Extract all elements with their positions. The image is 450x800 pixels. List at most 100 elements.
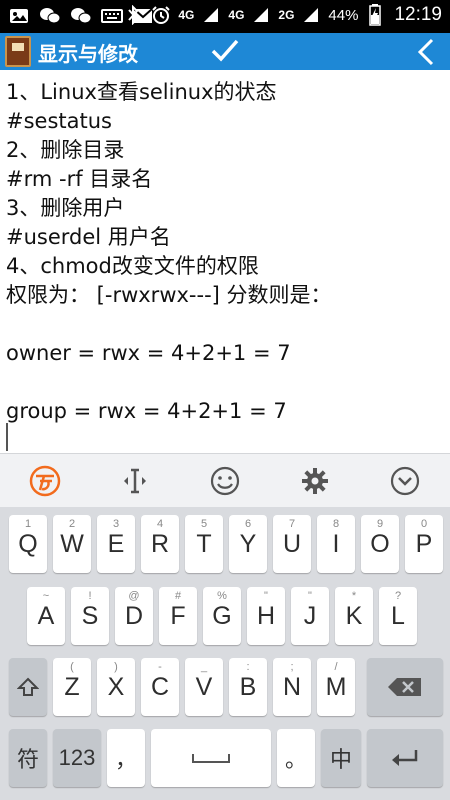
key-z[interactable]: (Z [53, 658, 91, 716]
key-label: S [81, 601, 99, 630]
network-type-label: 2G [278, 8, 295, 22]
key-label: 中 [329, 748, 352, 773]
key-label: ， [114, 748, 137, 773]
editor-line: 权限为： [-rwxrwx---] 分数则是： [6, 283, 332, 307]
key-hint: - [158, 661, 162, 673]
keyboard: 1Q 2W 3E 4R 5T 6Y 7U 8I 9O 0P ~ A ! S @ D #… [0, 507, 450, 800]
key-hint: 4 [156, 518, 164, 530]
key-l[interactable]: ? L [379, 587, 417, 645]
ime-logo-button[interactable] [23, 459, 67, 503]
key-label: E [107, 529, 125, 558]
key-label: C [150, 672, 170, 701]
key-n[interactable]: ; N [273, 658, 311, 716]
numbers-key[interactable]: 123 [53, 729, 101, 787]
key-r[interactable]: 4R [141, 515, 179, 573]
key-p[interactable]: 0P [405, 515, 443, 573]
checkmark-icon [211, 39, 239, 62]
comma-key[interactable]: ， [107, 729, 145, 787]
key-label: Z [64, 672, 80, 701]
key-g[interactable]: % G [203, 587, 241, 645]
key-o[interactable]: 9O [361, 515, 399, 573]
key-hint: ( [70, 661, 74, 673]
ime-logo-icon [29, 465, 61, 496]
editor-line: 3、删除用户 [6, 196, 125, 220]
key-e[interactable]: 3E [97, 515, 135, 573]
battery-percent: 44% [328, 6, 359, 24]
key-d[interactable]: @ D [115, 587, 153, 645]
note-editor[interactable]: 1、Linux查看selinux的状态 #sestatus 2、删除目录 #rm… [0, 70, 450, 453]
back-button[interactable] [414, 37, 438, 67]
key-hint: : [246, 661, 250, 673]
key-j[interactable]: " J [291, 587, 329, 645]
key-y[interactable]: 6Y [229, 515, 267, 573]
confirm-button[interactable] [208, 35, 242, 67]
key-hint: 7 [288, 518, 296, 530]
space-key[interactable] [151, 729, 271, 787]
photo-icon [8, 6, 30, 26]
key-c[interactable]: -C [141, 658, 179, 716]
period-key[interactable]: 。 [277, 729, 315, 787]
shift-key[interactable] [9, 658, 47, 716]
key-x[interactable]: ) X [97, 658, 135, 716]
app-logo-icon [5, 36, 31, 67]
key-hint: " [264, 590, 268, 602]
enter-key[interactable] [367, 729, 443, 787]
key-hint: ) [114, 661, 118, 673]
status-bar: 4G 4G 2G 44% 12:19 [0, 0, 450, 33]
key-label: 123 [58, 745, 96, 770]
key-hint: % [217, 590, 227, 602]
key-s[interactable]: ! S [71, 587, 109, 645]
key-label: O [370, 529, 390, 558]
key-a[interactable]: ~ A [27, 587, 65, 645]
key-hint: 3 [112, 518, 120, 530]
key-v[interactable]: _ V [185, 658, 223, 716]
key-w[interactable]: 2W [53, 515, 91, 573]
key-label: Y [239, 529, 257, 558]
bluetooth-icon [122, 5, 144, 25]
key-hint: 6 [244, 518, 252, 530]
symbol-key[interactable]: 符 [9, 729, 47, 787]
editor-line: #userdel 用户名 [6, 225, 171, 249]
key-u[interactable]: 7U [273, 515, 311, 573]
signal-icon [200, 5, 222, 25]
emoji-button[interactable] [203, 459, 247, 503]
key-label: W [60, 529, 84, 558]
text-cursor-icon [124, 468, 146, 493]
key-label: N [282, 672, 302, 701]
language-key[interactable]: 中 [321, 729, 361, 787]
key-hint: / [334, 661, 338, 673]
shift-icon [17, 677, 39, 696]
key-k[interactable]: * K [335, 587, 373, 645]
cursor-move-button[interactable] [113, 459, 157, 503]
key-t[interactable]: 5T [185, 515, 223, 573]
gear-icon [302, 467, 328, 494]
editor-line: 2、删除目录 [6, 138, 125, 162]
key-i[interactable]: 8I [317, 515, 355, 573]
editor-line: #rm -rf 目录名 [6, 167, 153, 191]
backspace-key[interactable] [367, 658, 443, 716]
key-hint: * [351, 590, 357, 602]
key-f[interactable]: # F [159, 587, 197, 645]
key-m[interactable]: / M [317, 658, 355, 716]
settings-button[interactable] [293, 459, 337, 503]
key-hint: ? [394, 590, 402, 602]
text-cursor [6, 423, 8, 451]
editor-line: owner = rwx = 4+2+1 = 7 [6, 341, 291, 365]
key-label: B [239, 672, 257, 701]
alarm-icon [150, 5, 172, 25]
hide-keyboard-button[interactable] [383, 459, 427, 503]
page-title: 显示与修改 [38, 42, 138, 66]
key-label: I [332, 529, 340, 558]
key-h[interactable]: " H [247, 587, 285, 645]
editor-line: 4、chmod改变文件的权限 [6, 254, 259, 278]
network-type-label: 4G [228, 8, 245, 22]
battery-charging-icon [364, 4, 386, 26]
key-q[interactable]: 1Q [9, 515, 47, 573]
key-label: R [150, 529, 170, 558]
keyboard-icon [101, 6, 123, 26]
key-b[interactable]: :B [229, 658, 267, 716]
key-hint: _ [200, 661, 208, 673]
backspace-icon [388, 678, 421, 696]
